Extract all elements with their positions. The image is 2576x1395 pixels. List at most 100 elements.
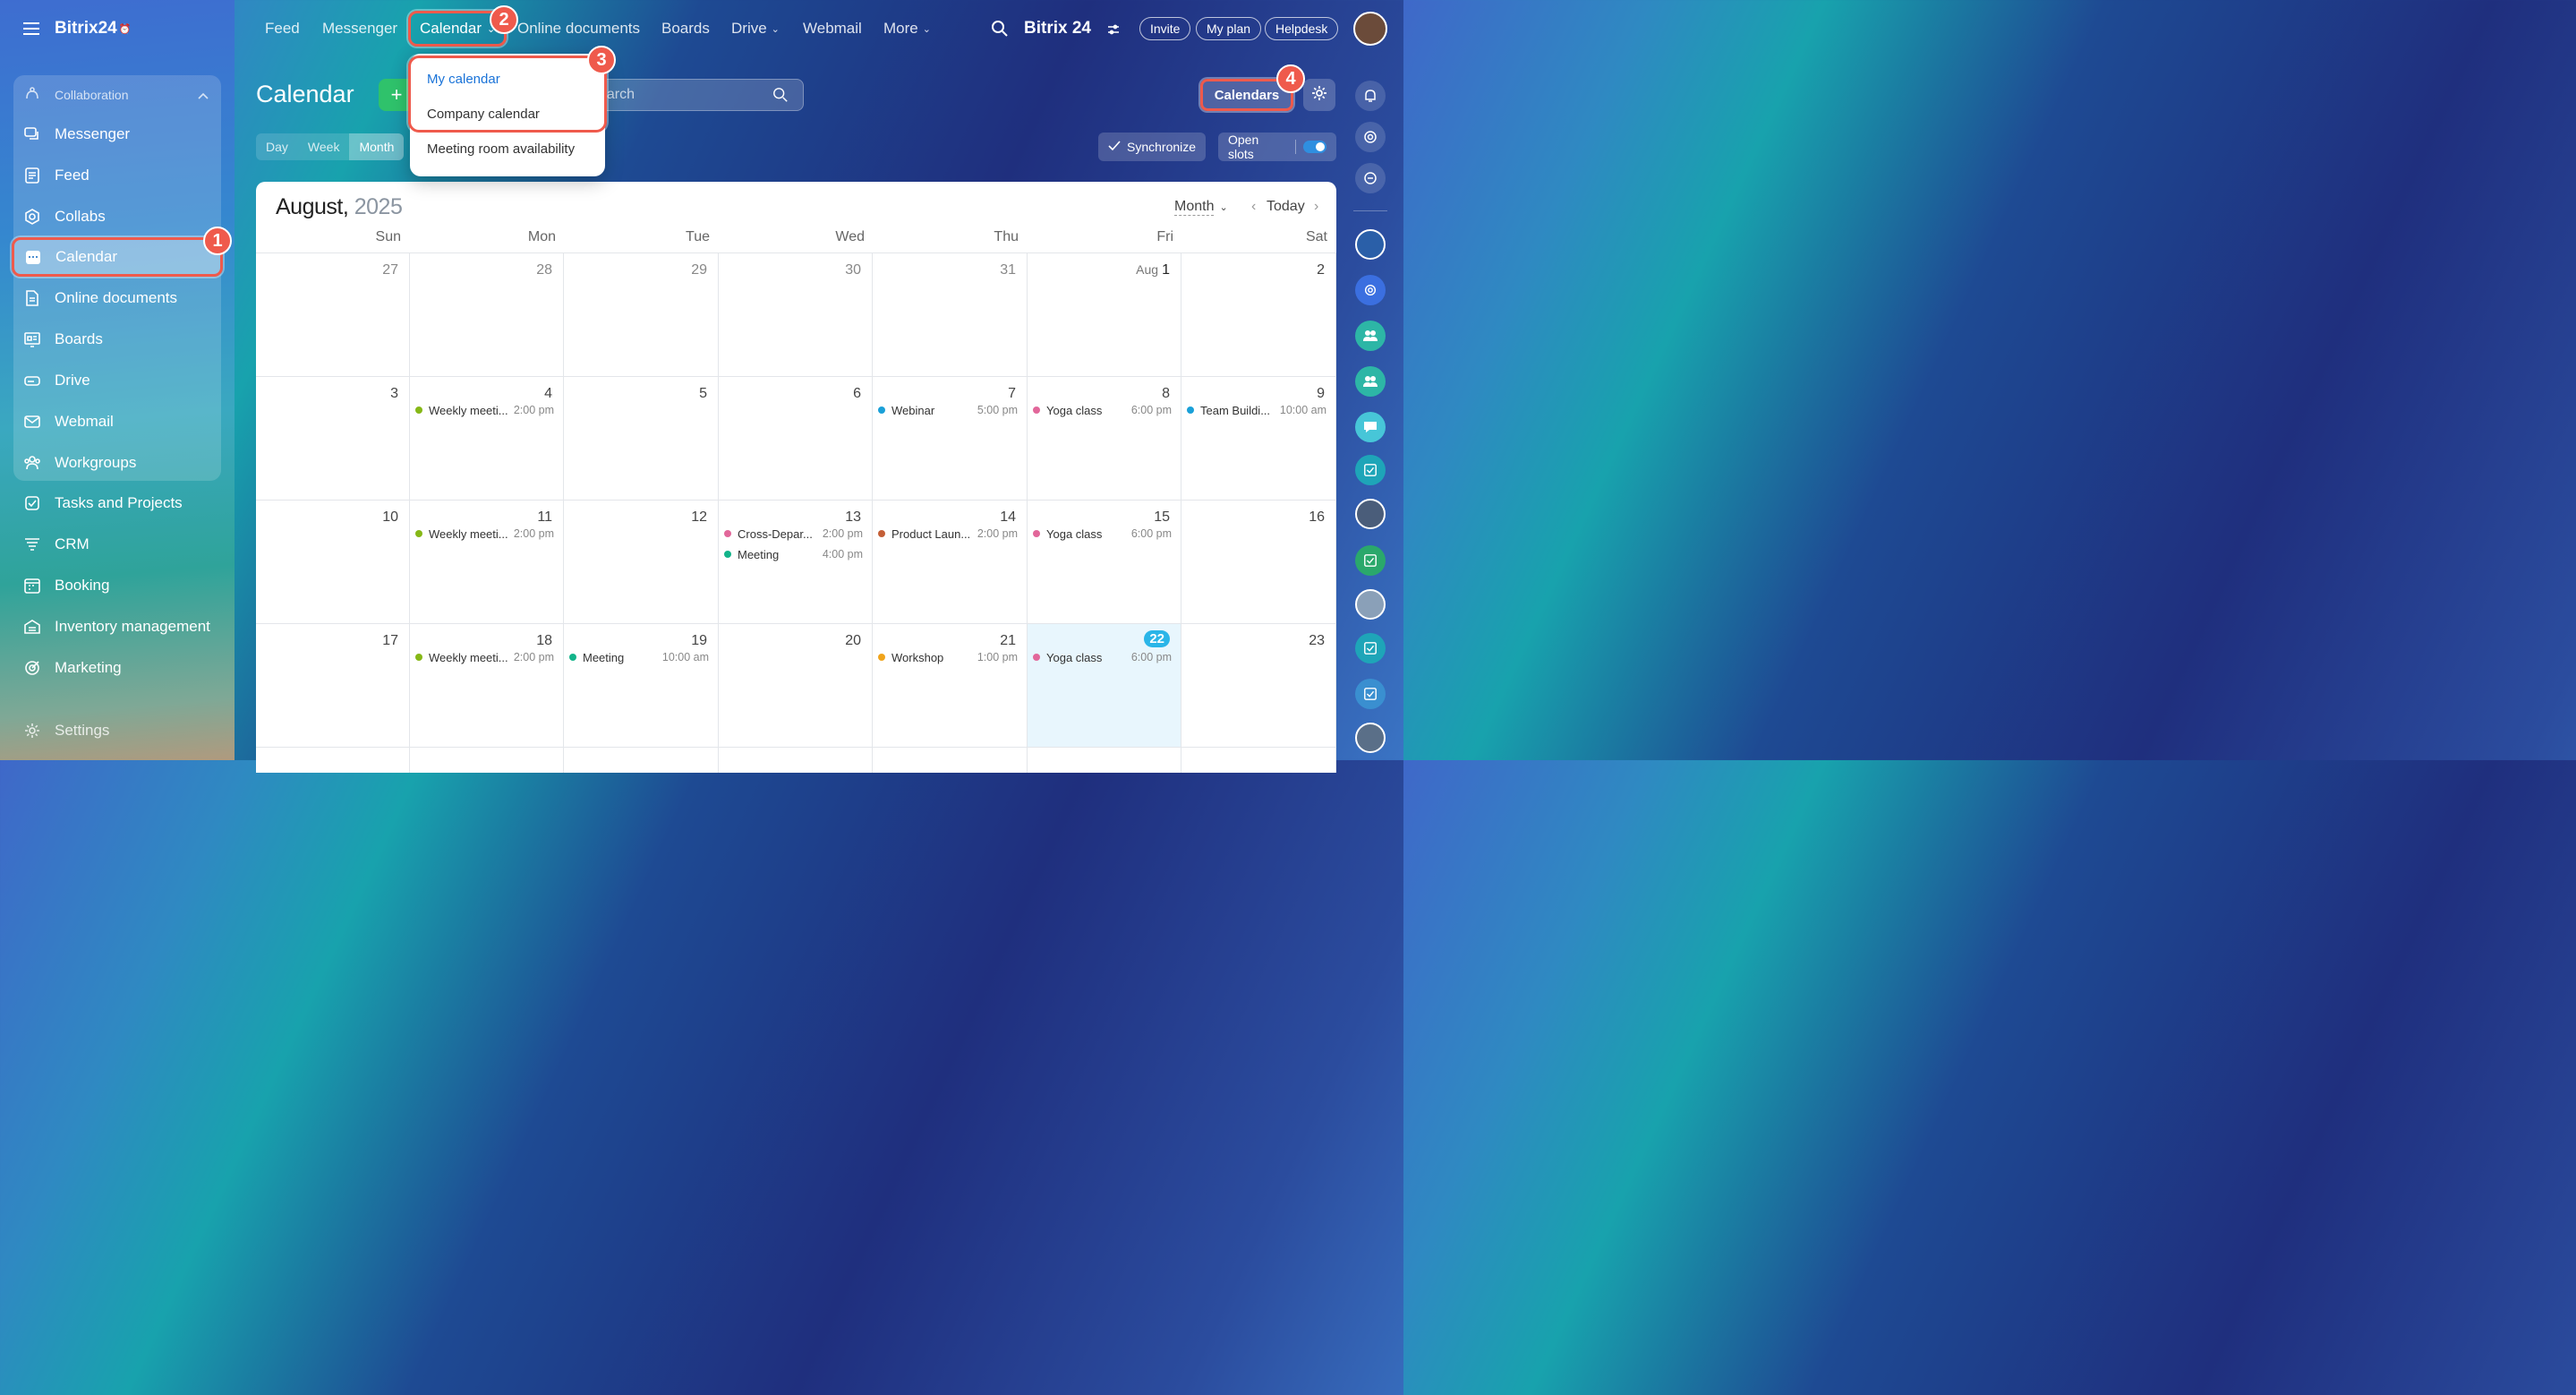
sidebar-item-calendar[interactable]: Calendar: [12, 237, 223, 277]
calendar-event[interactable]: Weekly meeti... 2:00 pm: [415, 402, 554, 418]
avatar-user-4[interactable]: [1350, 717, 1391, 758]
calendar-event[interactable]: Yoga class 6:00 pm: [1033, 649, 1172, 665]
calendar-event[interactable]: Yoga class 6:00 pm: [1033, 402, 1172, 418]
calendar-event[interactable]: Meeting 4:00 pm: [724, 546, 863, 562]
search-input[interactable]: earch: [573, 79, 804, 111]
day-cell[interactable]: 18 Weekly meeti... 2:00 pm: [410, 624, 564, 748]
avatar-user-3[interactable]: [1350, 584, 1391, 625]
sidebar-item-workgroups[interactable]: Workgroups: [13, 445, 221, 481]
day-cell[interactable]: Aug 1: [1028, 253, 1181, 377]
menu-item-my-calendar[interactable]: My calendar: [427, 68, 500, 90]
day-cell[interactable]: 10: [256, 501, 410, 624]
calendar-event[interactable]: Meeting 10:00 am: [569, 649, 709, 665]
general-chat-icon[interactable]: [1350, 407, 1391, 448]
day-cell[interactable]: [256, 748, 410, 773]
day-cell[interactable]: 15 Yoga class 6:00 pm: [1028, 501, 1181, 624]
day-cell[interactable]: 31: [873, 253, 1028, 377]
topnav-drive[interactable]: Drive ⌄: [731, 16, 780, 41]
sidebar-item-feed[interactable]: Feed: [13, 158, 221, 193]
day-cell[interactable]: 4 Weekly meeti... 2:00 pm: [410, 377, 564, 501]
day-cell[interactable]: 21 Workshop 1:00 pm: [873, 624, 1028, 748]
sidebar-item-boards[interactable]: Boards: [13, 321, 221, 357]
sidebar-item-messenger[interactable]: Messenger: [13, 116, 221, 152]
logo[interactable]: Bitrix24 ⏰: [23, 16, 131, 41]
calendar-event[interactable]: Team Buildi... 10:00 am: [1187, 402, 1326, 418]
calendar-event[interactable]: Workshop 1:00 pm: [878, 649, 1018, 665]
settings-sliders-icon[interactable]: [1107, 23, 1120, 40]
day-cell[interactable]: 23: [1181, 624, 1336, 748]
sidebar-item-drive[interactable]: Drive: [13, 363, 221, 398]
sidebar-item-settings[interactable]: Settings: [13, 713, 221, 749]
day-cell[interactable]: [410, 748, 564, 773]
day-cell[interactable]: 9 Team Buildi... 10:00 am: [1181, 377, 1336, 501]
day-cell[interactable]: [1028, 748, 1181, 773]
calendar-event[interactable]: Cross-Depar... 2:00 pm: [724, 526, 863, 542]
sidebar-item-online-documents[interactable]: Online documents: [13, 280, 221, 316]
sidebar-item-inventory[interactable]: Inventory management: [13, 609, 221, 645]
day-cell[interactable]: [1181, 748, 1336, 773]
topnav-webmail[interactable]: Webmail: [803, 16, 862, 41]
view-month[interactable]: Month: [349, 133, 405, 160]
topnav-feed[interactable]: Feed: [265, 16, 300, 41]
sidebar-item-collabs[interactable]: Collabs: [13, 199, 221, 235]
day-cell[interactable]: 28: [410, 253, 564, 377]
task-chat-icon[interactable]: [1350, 628, 1391, 669]
copilot-chat-icon[interactable]: [1350, 270, 1391, 311]
group-chat-icon[interactable]: [1350, 315, 1391, 356]
topnav-online-documents[interactable]: Online documents: [517, 16, 640, 41]
day-cell[interactable]: 30: [719, 253, 873, 377]
view-day[interactable]: Day: [256, 133, 298, 160]
avatar-user-1[interactable]: [1350, 224, 1391, 265]
sidebar-item-marketing[interactable]: Marketing: [13, 650, 221, 686]
day-cell[interactable]: 11 Weekly meeti... 2:00 pm: [410, 501, 564, 624]
calendar-event[interactable]: Yoga class 6:00 pm: [1033, 526, 1172, 542]
topnav-more[interactable]: More ⌄: [883, 16, 931, 41]
day-cell[interactable]: 16: [1181, 501, 1336, 624]
calendar-event[interactable]: Weekly meeti... 2:00 pm: [415, 649, 554, 665]
sidebar-item-booking[interactable]: Booking: [13, 568, 221, 603]
day-cell[interactable]: 20: [719, 624, 873, 748]
day-cell[interactable]: 6: [719, 377, 873, 501]
group-chat-icon[interactable]: [1350, 361, 1391, 402]
next-month-icon[interactable]: ›: [1314, 196, 1318, 218]
menu-item-company-calendar[interactable]: Company calendar: [427, 103, 540, 124]
notifications-bell-icon[interactable]: [1350, 75, 1391, 116]
day-cell[interactable]: [719, 748, 873, 773]
calendar-event[interactable]: Webinar 5:00 pm: [878, 402, 1018, 418]
today-button[interactable]: Today: [1267, 196, 1305, 218]
menu-icon[interactable]: [23, 22, 39, 35]
day-cell[interactable]: 12: [564, 501, 719, 624]
prev-month-icon[interactable]: ‹: [1251, 196, 1256, 218]
my-plan-button[interactable]: My plan: [1196, 17, 1262, 40]
day-cell[interactable]: 7 Webinar 5:00 pm: [873, 377, 1028, 501]
sidebar-item-tasks[interactable]: Tasks and Projects: [13, 485, 221, 521]
topnav-boards[interactable]: Boards: [661, 16, 710, 41]
calendar-settings-button[interactable]: [1303, 79, 1335, 111]
search-icon[interactable]: [991, 20, 1009, 42]
open-slots-toggle[interactable]: Open slots: [1218, 133, 1336, 161]
day-cell[interactable]: 5: [564, 377, 719, 501]
invite-button[interactable]: Invite: [1139, 17, 1191, 40]
day-cell[interactable]: 3: [256, 377, 410, 501]
task-chat-icon[interactable]: [1350, 673, 1391, 715]
toggle-switch[interactable]: [1303, 141, 1326, 153]
sidebar-item-crm[interactable]: CRM: [13, 526, 221, 562]
calendar-event[interactable]: Product Laun... 2:00 pm: [878, 526, 1018, 542]
day-cell[interactable]: 8 Yoga class 6:00 pm: [1028, 377, 1181, 501]
day-cell[interactable]: [564, 748, 719, 773]
menu-item-meeting-room-availability[interactable]: Meeting room availability: [427, 138, 575, 159]
day-cell[interactable]: 13 Cross-Depar... 2:00 pm Meeting 4:00 pm: [719, 501, 873, 624]
day-cell[interactable]: 19 Meeting 10:00 am: [564, 624, 719, 748]
avatar[interactable]: [1353, 12, 1387, 46]
day-cell[interactable]: 17: [256, 624, 410, 748]
task-chat-icon[interactable]: [1350, 449, 1391, 491]
day-cell[interactable]: 14 Product Laun... 2:00 pm: [873, 501, 1028, 624]
avatar-user-2[interactable]: [1350, 493, 1391, 535]
day-cell[interactable]: 2: [1181, 253, 1336, 377]
day-cell[interactable]: 29: [564, 253, 719, 377]
day-cell[interactable]: [873, 748, 1028, 773]
sidebar-group-collaboration[interactable]: Collaboration: [13, 77, 221, 113]
synchronize-button[interactable]: Synchronize: [1098, 133, 1206, 161]
day-cell[interactable]: 27: [256, 253, 410, 377]
chat-search-icon[interactable]: [1350, 158, 1391, 199]
